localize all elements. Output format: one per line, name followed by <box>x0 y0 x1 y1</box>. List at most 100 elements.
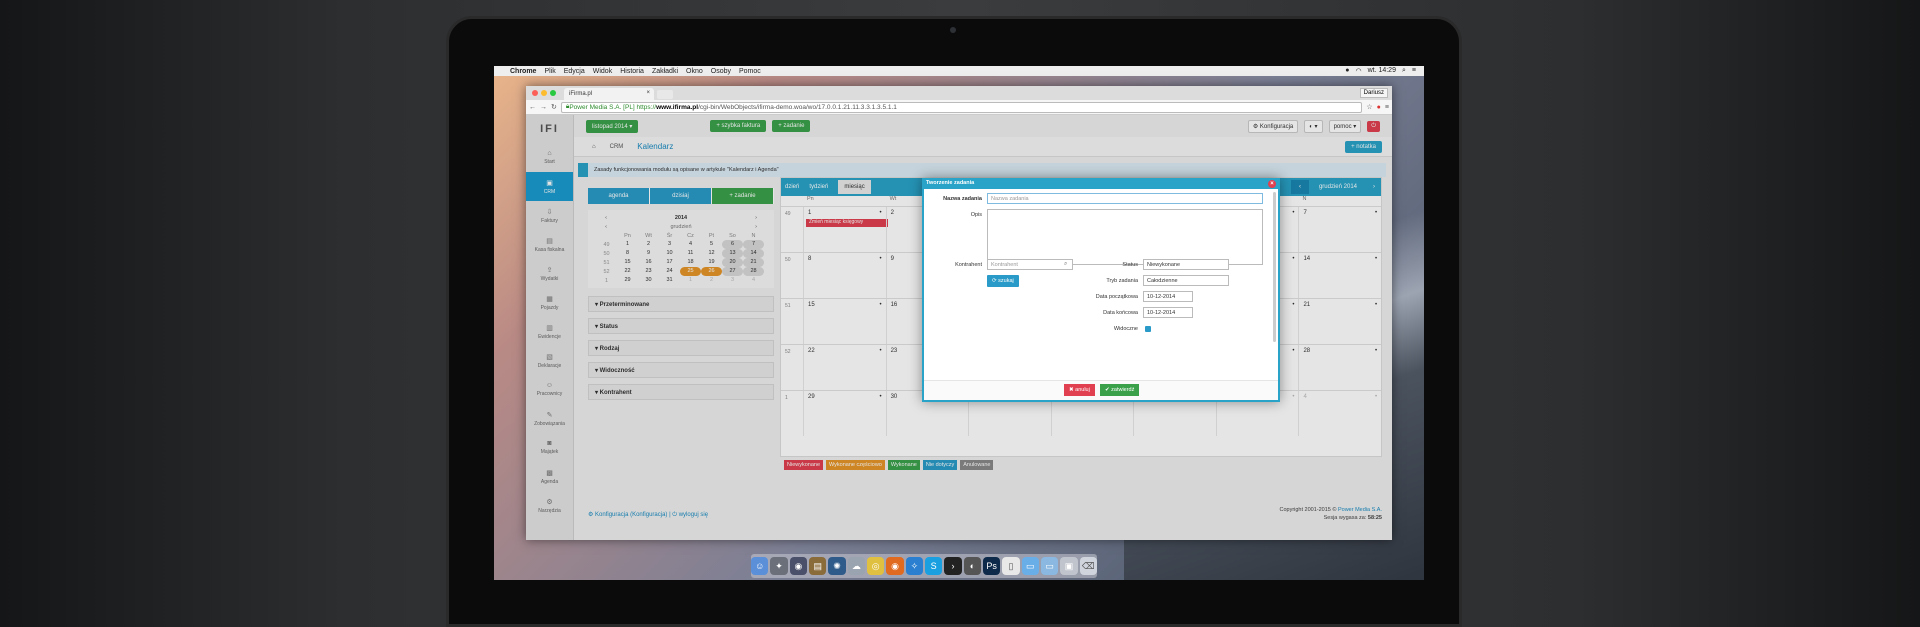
sidebar-item-faktury[interactable]: ⇩ Faktury <box>526 201 573 230</box>
end-date-input[interactable]: 10-12-2014 <box>1143 307 1193 318</box>
filter-type[interactable]: ▾ Rodzaj <box>588 340 774 356</box>
wifi-icon[interactable]: ◠ <box>1355 67 1361 75</box>
filter-visibility[interactable]: ▾ Widoczność <box>588 362 774 378</box>
sidebar-item-agenda[interactable]: ▩ Agenda <box>526 462 573 491</box>
save-button[interactable]: ✔ zatwierdź <box>1100 384 1140 396</box>
mode-select[interactable]: Całodzienne <box>1143 275 1229 286</box>
next-month-icon[interactable]: › <box>1367 184 1381 190</box>
forward-icon[interactable]: → <box>540 104 547 111</box>
star-icon[interactable]: ☆ <box>1366 103 1372 111</box>
day-menu-icon[interactable]: • <box>879 210 881 216</box>
tab-day[interactable]: dzień <box>785 184 799 190</box>
trash-icon[interactable]: ⌫ <box>1079 557 1097 575</box>
skype-icon[interactable]: S <box>925 557 943 575</box>
description-textarea[interactable] <box>987 209 1263 265</box>
day-menu-icon[interactable]: • <box>879 348 881 354</box>
config-button[interactable]: ⚙ Konfiguracja <box>1247 119 1299 133</box>
minimize-window-button[interactable] <box>541 90 547 96</box>
mini-day[interactable]: 29 <box>617 276 638 285</box>
menu-item[interactable]: Edycja <box>564 68 585 75</box>
day-menu-icon[interactable]: • <box>1375 348 1377 354</box>
calendar-day-cell[interactable]: 28 • <box>1298 345 1381 390</box>
mini-day[interactable]: 4 <box>743 276 764 285</box>
mini-day[interactable]: 31 <box>659 276 680 285</box>
extension-icon[interactable]: ● <box>1377 104 1381 111</box>
mini-day[interactable]: 3 <box>722 276 743 285</box>
browser-tab[interactable]: iFirma.pl × <box>564 88 654 100</box>
close-icon[interactable]: × <box>1268 180 1276 188</box>
day-menu-icon[interactable]: • <box>879 256 881 262</box>
calendar-day-cell[interactable]: 29 • <box>803 391 886 436</box>
mini-day[interactable]: 23 <box>638 267 659 276</box>
day-menu-icon[interactable]: • <box>879 394 881 400</box>
mini-day[interactable]: 22 <box>617 267 638 276</box>
mini-day[interactable]: 15 <box>617 258 638 267</box>
quick-invoice-button[interactable]: + szybka faktura <box>710 120 767 132</box>
zoom-window-button[interactable] <box>550 90 556 96</box>
chrome-icon[interactable]: ◎ <box>867 557 885 575</box>
mini-day[interactable]: 30 <box>638 276 659 285</box>
mini-day[interactable]: 9 <box>638 249 659 258</box>
sidebar-item-pojazdy[interactable]: ▦ Pojazdy <box>526 288 573 317</box>
mini-day[interactable]: 1 <box>617 240 638 249</box>
app-icon[interactable]: ✺ <box>828 557 846 575</box>
url-field[interactable]: 🔒︎ Power Media S.A. [PL] https://www.ifi… <box>560 101 1363 113</box>
sidebar-item-wydatki[interactable]: ⇪ Wydatki <box>526 259 573 288</box>
mini-day[interactable]: 5 <box>701 240 722 249</box>
prev-month-icon[interactable]: ‹ <box>1290 180 1309 194</box>
status-select[interactable]: Niewykonane <box>1143 259 1229 270</box>
ifirma-logo[interactable]: IFI <box>526 115 573 143</box>
sidebar-item-majatek[interactable]: ◙ Majątek <box>526 433 573 462</box>
menu-item[interactable]: Widok <box>593 68 612 75</box>
day-menu-icon[interactable]: • <box>1375 256 1377 262</box>
menu-item[interactable]: Plik <box>544 68 555 75</box>
visible-checkbox[interactable] <box>1145 326 1151 332</box>
sidebar-item-ewidencje[interactable]: ▥ Ewidencje <box>526 317 573 346</box>
notes-icon[interactable]: ▤ <box>809 557 827 575</box>
app-icon[interactable]: ◉ <box>789 557 808 575</box>
launchpad-icon[interactable]: ✦ <box>770 557 788 575</box>
add-note-button[interactable]: + notatka <box>1345 140 1382 153</box>
mini-day[interactable]: 25 <box>680 267 701 276</box>
terminal-icon[interactable]: › <box>944 557 962 575</box>
add-task-button[interactable]: + zadanie <box>772 120 811 132</box>
close-window-button[interactable] <box>532 90 538 96</box>
add-task-button[interactable]: + zadanie <box>712 188 774 204</box>
agenda-button[interactable]: agenda <box>588 188 650 204</box>
new-tab-button[interactable] <box>657 90 673 99</box>
menu-item[interactable]: Osoby <box>711 68 731 75</box>
menu-item[interactable]: Pomoc <box>739 68 761 75</box>
safari-icon[interactable]: ✧ <box>905 557 923 575</box>
home-icon[interactable]: ⌂ <box>592 144 596 150</box>
sidebar-item-start[interactable]: ⌂ Start <box>526 143 573 172</box>
back-icon[interactable]: ← <box>529 104 536 111</box>
sidebar-item-crm[interactable]: ▣ CRM <box>526 172 573 201</box>
profile-button[interactable]: Dariusz <box>1359 88 1388 98</box>
mini-day[interactable]: 27 <box>722 267 743 276</box>
power-icon[interactable]: ⏻ <box>1367 120 1380 132</box>
search-contractor-button[interactable]: ⟳ szukaj <box>987 275 1019 287</box>
sidebar-item-pracownicy[interactable]: ☺ Pracownicy <box>526 375 573 404</box>
next-year-icon[interactable]: › <box>746 215 766 221</box>
day-menu-icon[interactable]: • <box>1375 210 1377 216</box>
filter-status[interactable]: ▾ Status <box>588 318 774 334</box>
sidebar-item-narzedzia[interactable]: ⚙ Narzędzia <box>526 491 573 520</box>
finder-icon[interactable]: ☺ <box>751 557 769 575</box>
task-name-input[interactable]: Nazwa zadania <box>987 193 1263 204</box>
mini-day[interactable]: 1 <box>680 276 701 285</box>
firefox-icon[interactable]: ◉ <box>886 557 904 575</box>
contractor-input[interactable]: Kontrahent <box>987 259 1073 270</box>
contrast-icon[interactable]: ◐ ▾ <box>1304 119 1323 133</box>
mini-day[interactable]: 26 <box>701 267 722 276</box>
messages-icon[interactable]: ☁ <box>847 557 866 575</box>
calendar-day-cell[interactable]: 1 • Zmień miesiąc księgowy <box>803 207 888 252</box>
mini-day[interactable]: 14 <box>743 249 764 258</box>
dialog-scrollbar[interactable] <box>1273 192 1276 342</box>
calendar-day-cell[interactable]: 21 • <box>1298 299 1381 344</box>
menu-icon[interactable]: ≡ <box>1385 104 1389 111</box>
clock[interactable]: wt. 14:29 <box>1368 67 1396 75</box>
mini-day[interactable]: 19 <box>701 258 722 267</box>
calendar-event[interactable]: Zmień miesiąc księgowy <box>806 219 888 227</box>
mini-day[interactable]: 6 <box>722 240 743 249</box>
mini-day[interactable]: 20 <box>722 258 743 267</box>
